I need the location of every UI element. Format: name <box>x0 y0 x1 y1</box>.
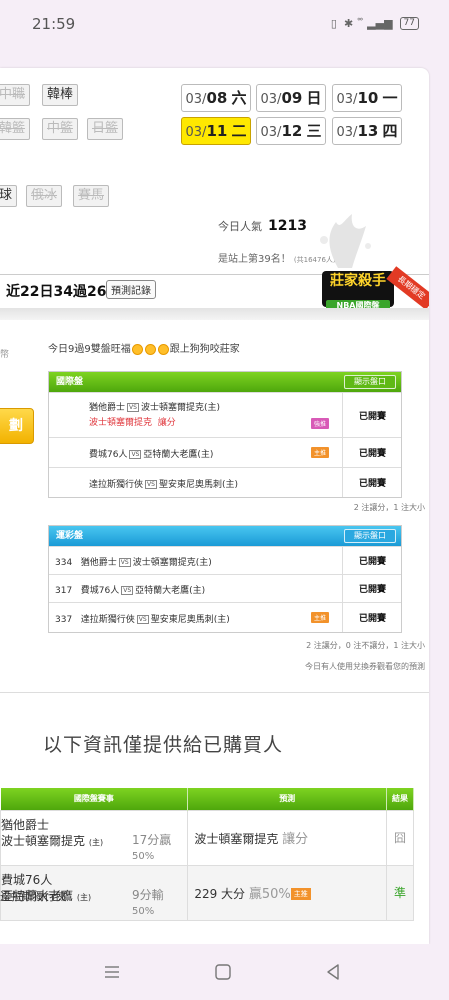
smile-emoji-icon <box>144 343 156 355</box>
tag-khl[interactable]: 俄冰 <box>26 185 63 207</box>
pick-text: 波士頓塞爾提克 讓分 <box>89 418 176 428</box>
main-pick-badge: 主推 <box>290 888 311 900</box>
date-0311[interactable]: 03/11 二 <box>181 117 251 145</box>
menu-icon[interactable] <box>102 962 122 982</box>
status-bar: 21:59 ▯ ✱ ᪲ ▂▄▆ 77 <box>0 0 449 50</box>
table-header: 國際盤賽事 預測 結果 <box>0 788 414 810</box>
tag-kbo[interactable]: 韓棒 <box>42 84 79 106</box>
col-header: 預測 <box>187 788 388 810</box>
headline: 今日9過9雙盤旺福 跟上狗狗咬莊家 <box>48 343 240 355</box>
side-action-button[interactable]: 劃 <box>0 408 34 444</box>
vs-icon: VS <box>136 615 149 624</box>
table-row[interactable]: 317 費城76人 VS 亞特蘭大老鷹(主) 已開賽 <box>49 574 401 602</box>
popularity: 今日人氣 1213 <box>218 218 307 234</box>
status-text: 已開賽 <box>342 575 402 602</box>
tag-ball[interactable]: 球 <box>0 185 18 207</box>
status-text: 已開賽 <box>342 393 402 437</box>
table-row[interactable]: 334 猶他爵士 VS 波士頓塞爾提克(主) 已開賽 <box>49 546 401 574</box>
table-row[interactable]: 達拉斯獨行俠 VS 聖安東尼奧馬刺(主) 已開賽 <box>49 467 401 497</box>
result-text: 準 <box>386 864 414 921</box>
popularity-label: 今日人氣 <box>218 220 262 233</box>
date-0312[interactable]: 03/12 三 <box>256 117 326 145</box>
intl-panel: 國際盤 顯示盤口 猶他爵士 VS 波士頓塞爾提克(主) 波士頓塞爾提克 讓分 強推 … <box>48 371 402 498</box>
home-icon[interactable] <box>213 962 233 982</box>
date-0310[interactable]: 03/10 一 <box>332 84 402 112</box>
vs-icon: VS <box>145 480 157 489</box>
bluetooth-icon: ✱ <box>343 17 354 30</box>
partial-row-text: 達拉斯獨行俠 <box>0 890 66 903</box>
smile-emoji-icon <box>131 343 143 355</box>
show-odds-button[interactable]: 顯示盤口 <box>344 375 396 389</box>
vs-icon: VS <box>121 586 134 595</box>
vs-icon: VS <box>118 558 131 567</box>
page-content: 中職 韓棒 韓籃 中籃 日籃 球 俄冰 賽馬 03/08 六 03/09 日 0… <box>0 68 429 944</box>
status-text: 已開賽 <box>342 603 402 632</box>
popularity-value: 1213 <box>268 218 307 234</box>
intl-panel-header: 國際盤 顯示盤口 <box>49 372 401 392</box>
lottery-panel: 運彩盤 顯示盤口 334 猶他爵士 VS 波士頓塞爾提克(主) 已開賽 317 費城… <box>48 525 402 633</box>
voucher-note: 今日有人使用兌換券觀看您的預測 <box>305 662 425 671</box>
prediction-record-button[interactable]: 預測記錄 <box>106 280 156 299</box>
table-row: 猶他爵士 波士頓塞爾提克 (主) 17分贏 50% 波士頓塞爾提克 讓分 囧 <box>0 809 414 866</box>
section-bar <box>0 308 429 320</box>
status-text: 已開賽 <box>342 438 402 467</box>
table-row[interactable]: 費城76人 VS 亞特蘭大老鷹(主) 主推 已開賽 <box>49 437 401 467</box>
tag-sbl[interactable]: 中籃 <box>42 118 79 140</box>
strong-pick-badge: 強推 <box>311 418 330 429</box>
col-header: 結果 <box>386 788 414 810</box>
lottery-footnote: 2 注讓分，0 注不讓分，1 注大小 <box>306 641 425 650</box>
smile-emoji-icon <box>157 343 169 355</box>
clock: 21:59 <box>32 15 76 33</box>
vs-icon: VS <box>127 403 139 412</box>
tag-kbl[interactable]: 韓籃 <box>0 118 31 140</box>
lottery-panel-header: 運彩盤 顯示盤口 <box>49 526 401 546</box>
status-text: 已開賽 <box>342 468 402 497</box>
tag-bjl[interactable]: 日籃 <box>87 118 124 140</box>
divider <box>0 692 429 693</box>
vibrate-icon: ▯ <box>330 17 337 30</box>
show-odds-button[interactable]: 顯示盤口 <box>344 529 396 543</box>
main-pick-badge: 主推 <box>311 612 330 623</box>
table-row[interactable]: 337 達拉斯獨行俠 VS 聖安東尼奧馬刺(主) 主推 已開賽 <box>49 602 401 632</box>
status-text: 已開賽 <box>342 547 402 574</box>
tag-cpbl[interactable]: 中職 <box>0 84 31 106</box>
status-icons: ▯ ✱ ᪲ ▂▄▆ 77 <box>331 16 419 31</box>
battery-icon: 77 <box>399 17 419 30</box>
col-header: 國際盤賽事 <box>0 788 189 810</box>
purchaser-info-title: 以下資訊僅提供給已購買人 <box>43 734 284 756</box>
side-label: 幣 <box>0 350 10 360</box>
result-text: 囧 <box>386 809 414 866</box>
banker-killer-badge: 莊家殺手 NBA國際盤 <box>322 271 394 311</box>
back-icon[interactable] <box>323 962 343 982</box>
vs-icon: VS <box>129 450 142 459</box>
signal-4g-icon: ▂▄▆ <box>367 17 393 30</box>
intl-footnote: 2 注讓分，1 注大小 <box>353 503 425 512</box>
tag-horse[interactable]: 賽馬 <box>73 185 110 207</box>
date-0309[interactable]: 03/09 日 <box>256 84 326 112</box>
date-0308[interactable]: 03/08 六 <box>181 84 251 112</box>
record-summary: 近22日34過26 <box>6 284 107 300</box>
date-0313[interactable]: 03/13 四 <box>332 117 402 145</box>
main-pick-badge: 主推 <box>311 447 330 458</box>
navigation-bar <box>0 944 449 1000</box>
splash-decoration-icon <box>320 214 371 268</box>
table-row[interactable]: 猶他爵士 VS 波士頓塞爾提克(主) 波士頓塞爾提克 讓分 強推 已開賽 <box>49 392 401 437</box>
